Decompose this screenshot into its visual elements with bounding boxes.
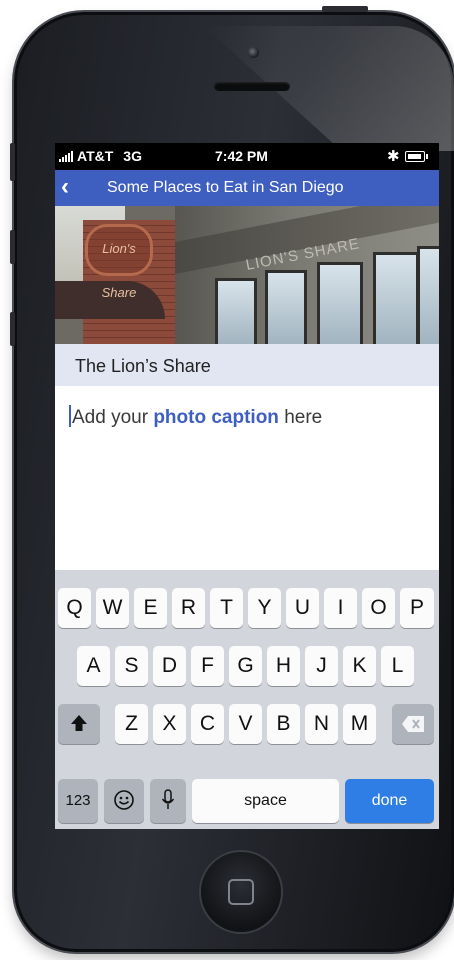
sleep-button bbox=[322, 6, 368, 12]
key-z[interactable]: Z bbox=[115, 704, 148, 744]
microphone-icon bbox=[161, 789, 175, 809]
bluetooth-icon: ✱ bbox=[387, 148, 400, 165]
microphone-key[interactable] bbox=[150, 779, 186, 823]
key-v[interactable]: V bbox=[229, 704, 262, 744]
key-e[interactable]: E bbox=[134, 588, 167, 628]
numbers-key[interactable]: 123 bbox=[58, 779, 98, 823]
key-y[interactable]: Y bbox=[248, 588, 281, 628]
network-type: 3G bbox=[123, 148, 142, 164]
place-name: The Lion’s Share bbox=[75, 356, 211, 376]
key-n[interactable]: N bbox=[305, 704, 338, 744]
space-key[interactable]: space bbox=[192, 779, 339, 823]
volume-down-button bbox=[10, 312, 15, 346]
photo-window bbox=[265, 270, 307, 344]
key-b[interactable]: B bbox=[267, 704, 300, 744]
key-t[interactable]: T bbox=[210, 588, 243, 628]
caption-input[interactable]: Add your photo caption here bbox=[69, 405, 429, 429]
carrier-group: AT&T 3G bbox=[59, 148, 142, 164]
key-u[interactable]: U bbox=[286, 588, 319, 628]
key-m[interactable]: M bbox=[343, 704, 376, 744]
silent-switch bbox=[10, 143, 15, 181]
text-cursor bbox=[69, 405, 71, 427]
place-name-band: The Lion’s Share bbox=[55, 344, 439, 386]
chevron-left-icon[interactable]: ‹ bbox=[61, 175, 69, 199]
key-a[interactable]: A bbox=[77, 646, 110, 686]
battery-icon bbox=[405, 151, 428, 162]
earpiece-speaker bbox=[214, 82, 290, 91]
home-square-icon bbox=[228, 879, 254, 905]
key-c[interactable]: C bbox=[191, 704, 224, 744]
key-s[interactable]: S bbox=[115, 646, 148, 686]
key-j[interactable]: J bbox=[305, 646, 338, 686]
keyboard: Q W E R T Y U I O P A S D F G H J K L Z … bbox=[55, 570, 439, 829]
key-w[interactable]: W bbox=[96, 588, 129, 628]
key-x[interactable]: X bbox=[153, 704, 186, 744]
key-o[interactable]: O bbox=[362, 588, 395, 628]
home-button[interactable] bbox=[201, 852, 281, 932]
navigation-bar: ‹ Some Places to Eat in San Diego bbox=[55, 170, 439, 206]
key-l[interactable]: L bbox=[381, 646, 414, 686]
photo-window bbox=[215, 278, 257, 344]
caption-placeholder-emphasis: photo caption bbox=[153, 407, 279, 428]
shift-icon bbox=[71, 715, 87, 731]
volume-up-button bbox=[10, 230, 15, 264]
photo-window bbox=[373, 252, 419, 344]
delete-icon bbox=[402, 716, 424, 732]
key-q[interactable]: Q bbox=[58, 588, 91, 628]
key-p[interactable]: P bbox=[400, 588, 434, 628]
caption-placeholder-end: here bbox=[278, 407, 323, 428]
photo-window bbox=[417, 246, 439, 344]
key-f[interactable]: F bbox=[191, 646, 224, 686]
done-key[interactable]: done bbox=[345, 779, 434, 823]
shift-key[interactable] bbox=[58, 704, 100, 744]
key-d[interactable]: D bbox=[153, 646, 186, 686]
restaurant-photo: Lion's Share LION'S SHARE bbox=[55, 206, 439, 344]
key-h[interactable]: H bbox=[267, 646, 300, 686]
caption-area[interactable]: Add your photo caption here bbox=[55, 386, 439, 570]
delete-key[interactable] bbox=[392, 704, 434, 744]
key-k[interactable]: K bbox=[343, 646, 376, 686]
caption-placeholder-start: Add your bbox=[72, 407, 154, 428]
key-i[interactable]: I bbox=[324, 588, 357, 628]
status-bar: AT&T 3G 7:42 PM ✱ bbox=[55, 143, 439, 170]
key-g[interactable]: G bbox=[229, 646, 262, 686]
photo-window bbox=[317, 262, 363, 344]
photo-hanging-sign: Lion's Share bbox=[85, 224, 153, 300]
front-camera bbox=[248, 47, 259, 58]
emoji-key[interactable] bbox=[104, 779, 144, 823]
stage: AT&T 3G 7:42 PM ✱ ‹ Some Places to Eat i… bbox=[0, 0, 454, 960]
signal-icon bbox=[59, 150, 74, 162]
key-r[interactable]: R bbox=[172, 588, 205, 628]
carrier-name: AT&T bbox=[77, 148, 114, 164]
emoji-icon bbox=[114, 790, 134, 810]
nav-title: Some Places to Eat in San Diego bbox=[107, 179, 344, 196]
screen: AT&T 3G 7:42 PM ✱ ‹ Some Places to Eat i… bbox=[55, 143, 439, 829]
clock: 7:42 PM bbox=[215, 148, 268, 164]
